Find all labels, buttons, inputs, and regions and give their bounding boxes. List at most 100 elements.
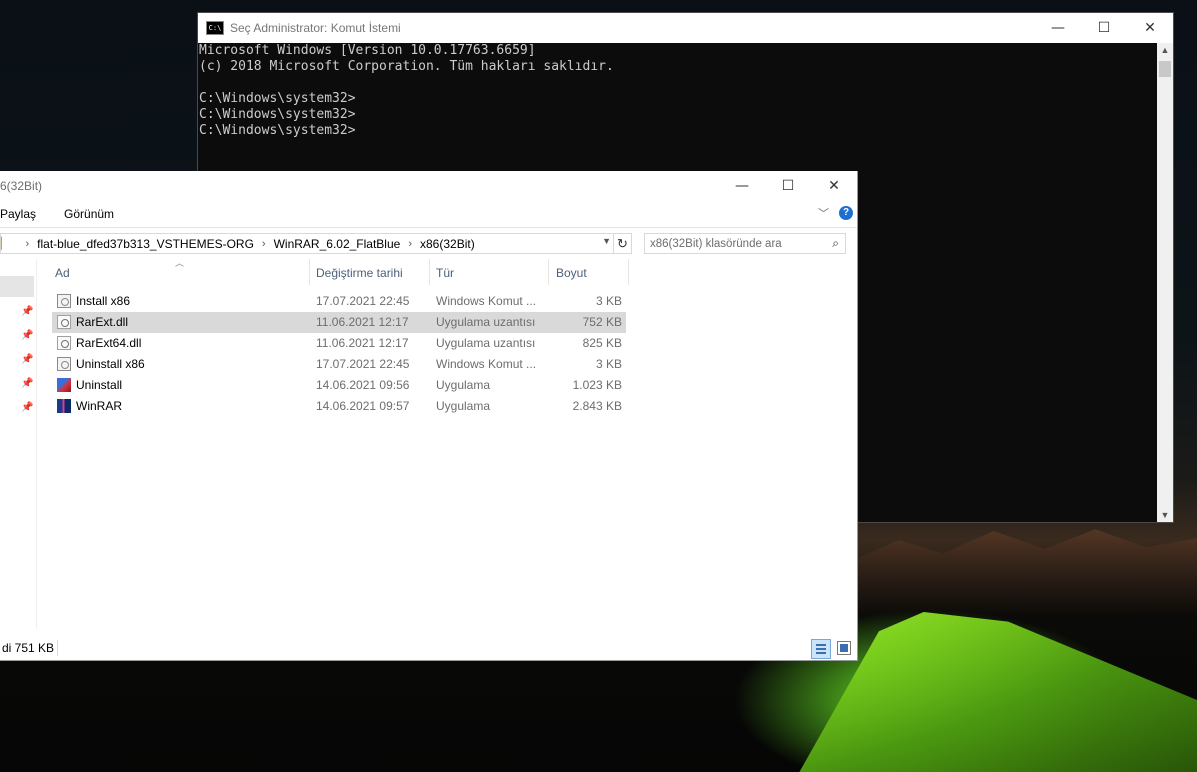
file-row[interactable]: Install x86 17.07.2021 22:45 Windows Kom… — [52, 291, 626, 312]
file-name: RarExt64.dll — [76, 336, 142, 350]
column-divider[interactable] — [429, 259, 430, 285]
status-bar: di 751 KB — [0, 636, 857, 660]
explorer-titlebar[interactable]: 6(32Bit) — ☐ ✕ — [0, 171, 857, 201]
column-divider[interactable] — [309, 259, 310, 285]
file-date: 14.06.2021 09:56 — [316, 378, 410, 392]
file-size: 1.023 KB — [572, 378, 622, 392]
dll-icon — [57, 315, 71, 329]
address-dropdown-icon[interactable]: ▼ — [602, 236, 611, 246]
file-size: 825 KB — [582, 336, 622, 350]
file-row-selected[interactable]: RarExt.dll 11.06.2021 12:17 Uygulama uza… — [52, 312, 626, 333]
search-placeholder: x86(32Bit) klasöründe ara — [650, 237, 782, 250]
navigation-pane[interactable]: 📌 📌 📌 📌 📌 — [0, 259, 37, 629]
expand-ribbon-chevron-icon[interactable]: ﹀ — [818, 205, 829, 221]
explorer-close-button[interactable]: ✕ — [811, 171, 857, 201]
cmd-script-icon — [57, 294, 71, 308]
column-divider[interactable] — [628, 259, 629, 285]
file-type: Uygulama — [436, 378, 491, 392]
column-date[interactable]: Değiştirme tarihi — [316, 266, 403, 280]
search-icon[interactable]: ⌕ — [832, 236, 839, 251]
file-size: 2.843 KB — [572, 399, 622, 413]
file-row[interactable]: RarExt64.dll 11.06.2021 12:17 Uygulama u… — [52, 333, 626, 354]
address-row: ▏ › flat-blue_dfed37b313_VSTHEMES-ORG › … — [0, 228, 857, 260]
wallpaper-mountains — [858, 529, 1197, 612]
console-line: C:\Windows\system32> — [199, 91, 356, 106]
breadcrumb-item[interactable]: WinRAR_6.02_FlatBlue — [274, 237, 401, 251]
scroll-up-icon[interactable]: ▲ — [1157, 45, 1173, 55]
file-type: Uygulama — [436, 399, 491, 413]
file-date: 14.06.2021 09:57 — [316, 399, 410, 413]
large-icons-view-icon[interactable] — [837, 641, 851, 655]
explorer-maximize-button[interactable]: ☐ — [765, 171, 811, 201]
scroll-down-icon[interactable]: ▼ — [1157, 510, 1173, 520]
file-type: Windows Komut ... — [436, 357, 537, 371]
cmd-window-title: Seç Administrator: Komut İstemi — [230, 21, 401, 35]
file-size: 3 KB — [595, 294, 622, 308]
explorer-window-title: 6(32Bit) — [0, 179, 43, 193]
address-bar[interactable]: ▏ › flat-blue_dfed37b313_VSTHEMES-ORG › … — [0, 233, 614, 254]
file-size: 3 KB — [595, 357, 622, 371]
file-date: 17.07.2021 22:45 — [316, 294, 410, 308]
column-divider[interactable] — [548, 259, 549, 285]
status-text: di 751 KB — [2, 641, 55, 655]
search-input[interactable]: x86(32Bit) klasöründe ara ⌕ — [644, 233, 846, 254]
file-name: RarExt.dll — [76, 315, 129, 329]
file-date: 11.06.2021 12:17 — [316, 336, 409, 350]
pin-icon[interactable]: 📌 — [21, 378, 33, 389]
column-size[interactable]: Boyut — [556, 266, 587, 280]
sort-ascending-icon: ︿ — [175, 258, 185, 268]
dll-icon — [57, 336, 71, 350]
pin-icon[interactable]: 📌 — [21, 330, 33, 341]
help-icon[interactable]: ? — [839, 206, 853, 220]
cmd-maximize-button[interactable]: ☐ — [1081, 13, 1127, 43]
pin-icon[interactable]: 📌 — [21, 354, 33, 365]
file-explorer-window[interactable]: 6(32Bit) — ☐ ✕ Paylaş Görünüm ﹀ ? ▏ › fl… — [0, 171, 858, 661]
winrar-app-icon — [57, 399, 71, 413]
breadcrumb-separator-icon[interactable]: › — [408, 238, 412, 250]
file-row[interactable]: Uninstall 14.06.2021 09:56 Uygulama 1.02… — [52, 375, 626, 396]
cmd-titlebar[interactable]: C:\ Seç Administrator: Komut İstemi — ☐ … — [198, 13, 1173, 43]
uninstall-app-icon — [57, 378, 71, 392]
cmd-scrollbar[interactable]: ▲ ▼ — [1157, 43, 1173, 522]
scroll-thumb[interactable] — [1159, 61, 1171, 77]
file-row[interactable]: WinRAR 14.06.2021 09:57 Uygulama 2.843 K… — [52, 396, 626, 417]
console-line: C:\Windows\system32> — [199, 123, 356, 138]
breadcrumb-separator-icon[interactable]: › — [25, 238, 29, 250]
cmd-close-button[interactable]: ✕ — [1127, 13, 1173, 43]
file-date: 17.07.2021 22:45 — [316, 357, 410, 371]
pin-icon[interactable]: 📌 — [21, 402, 33, 413]
pin-icon[interactable]: 📌 — [21, 306, 33, 317]
console-line: Microsoft Windows [Version 10.0.17763.66… — [199, 43, 536, 58]
ribbon-tabs: Paylaş Görünüm ﹀ ? — [0, 201, 857, 228]
breadcrumb-item[interactable]: flat-blue_dfed37b313_VSTHEMES-ORG — [37, 237, 254, 251]
cmd-minimize-button[interactable]: — — [1035, 13, 1081, 43]
details-view-icon[interactable] — [811, 639, 831, 659]
column-type[interactable]: Tür — [436, 266, 454, 280]
file-name: Uninstall x86 — [76, 357, 145, 371]
file-name: Uninstall — [76, 378, 123, 392]
status-divider — [57, 640, 58, 656]
cmd-script-icon — [57, 357, 71, 371]
file-size: 752 KB — [582, 315, 622, 329]
refresh-icon[interactable]: ↻ — [614, 233, 632, 254]
file-date: 11.06.2021 12:17 — [316, 315, 409, 329]
file-type: Uygulama uzantısı — [436, 315, 536, 329]
explorer-minimize-button[interactable]: — — [719, 171, 765, 201]
file-row[interactable]: Uninstall x86 17.07.2021 22:45 Windows K… — [52, 354, 626, 375]
file-name: Install x86 — [76, 294, 131, 308]
breadcrumb-item[interactable]: x86(32Bit) — [420, 237, 475, 251]
file-type: Uygulama uzantısı — [436, 336, 536, 350]
tab-share[interactable]: Paylaş — [0, 207, 36, 221]
breadcrumb-separator-icon[interactable]: › — [262, 238, 266, 250]
console-line: C:\Windows\system32> — [199, 107, 356, 122]
column-name[interactable]: Ad — [55, 266, 70, 280]
folder-edge-icon: ▏ — [1, 238, 10, 250]
nav-selected-item[interactable] — [0, 276, 34, 297]
tab-view[interactable]: Görünüm — [64, 207, 114, 221]
file-name: WinRAR — [76, 399, 123, 413]
column-header: ︿ Ad Değiştirme tarihi Tür Boyut — [50, 258, 630, 285]
cmd-app-icon: C:\ — [206, 21, 224, 35]
console-line: (c) 2018 Microsoft Corporation. Tüm hakl… — [199, 59, 614, 74]
file-type: Windows Komut ... — [436, 294, 537, 308]
